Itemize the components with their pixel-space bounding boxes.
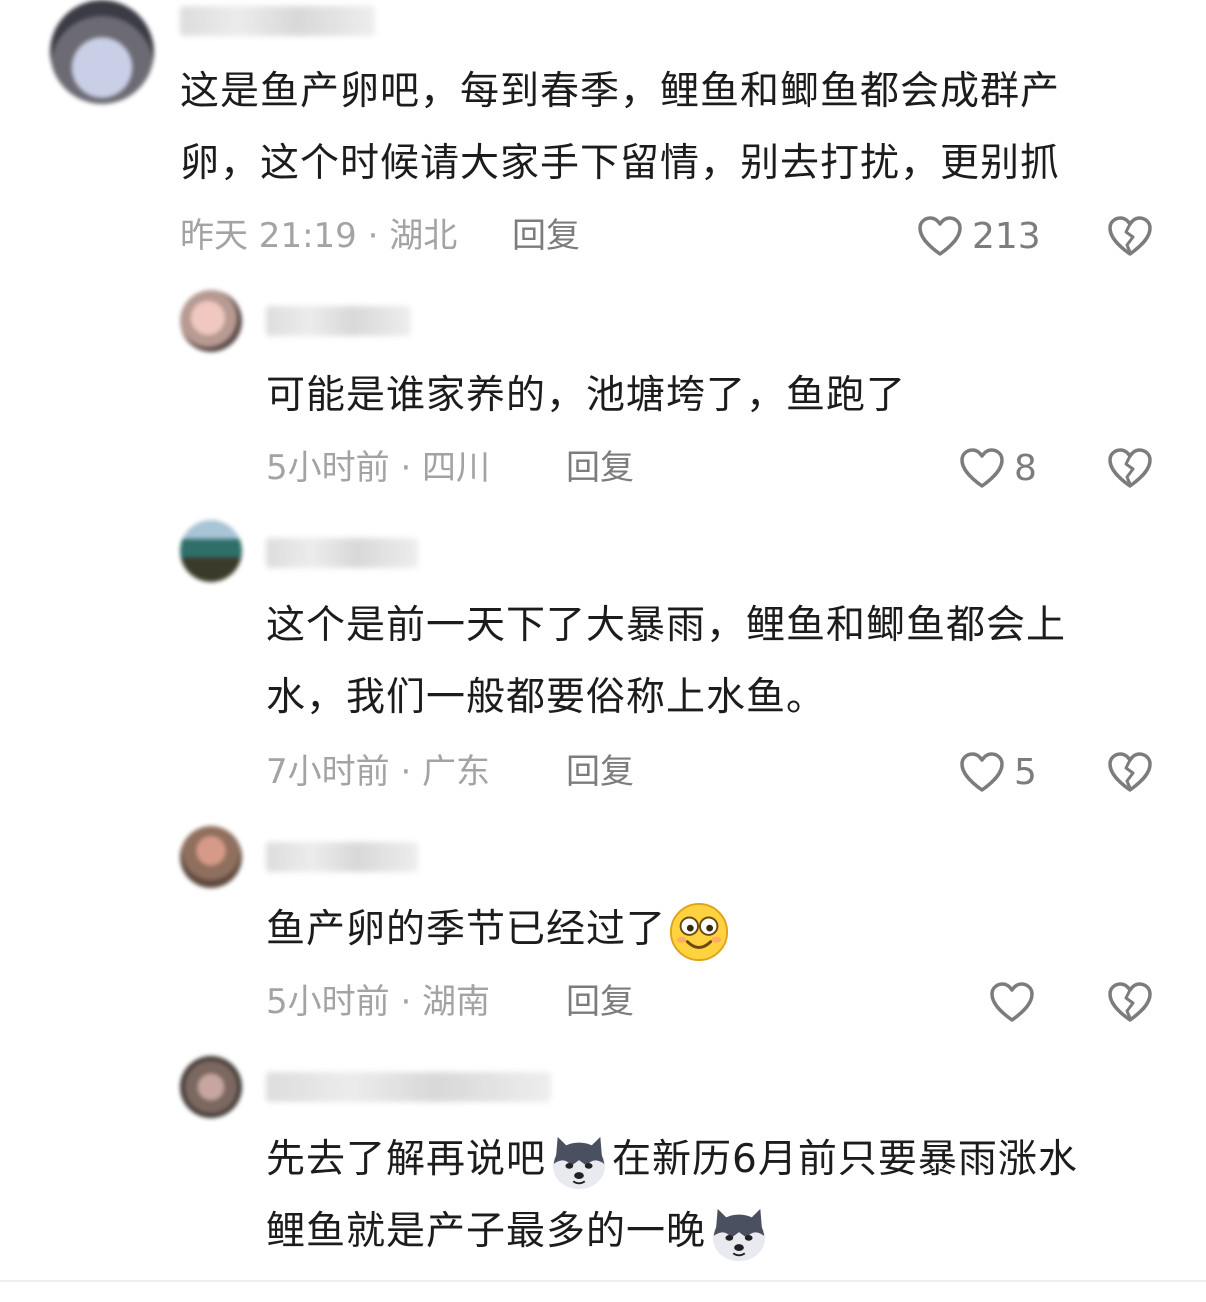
avatar[interactable] xyxy=(180,826,242,888)
heart-icon xyxy=(916,214,964,258)
avatar[interactable] xyxy=(50,0,154,104)
divider xyxy=(0,1280,1206,1282)
broken-heart-icon[interactable] xyxy=(1106,446,1154,490)
smiling-face-emoji-icon xyxy=(668,901,730,963)
comment-line: 鲤鱼就是产子最多的一晚 xyxy=(266,1196,1078,1268)
username[interactable] xyxy=(266,306,411,336)
reply-button[interactable]: 回复 xyxy=(512,216,580,256)
like-count: 8 xyxy=(1014,447,1037,489)
username[interactable] xyxy=(266,1072,551,1102)
reply-button[interactable]: 回复 xyxy=(566,982,634,1022)
heart-icon xyxy=(958,750,1006,794)
like-count: 213 xyxy=(972,215,1041,257)
broken-heart-icon[interactable] xyxy=(1106,214,1154,258)
comment-meta: 5小时前 · 四川 xyxy=(266,448,491,488)
comment-text: 这是鱼产卵吧，每到春季，鲤鱼和鲫鱼都会成群产 卵，这个时候请大家手下留情，别去打… xyxy=(180,56,1060,200)
comment-text: 先去了解再说吧 在新历6月前只要暴雨涨水 鲤鱼就是产子最多的一晚 xyxy=(266,1124,1078,1268)
heart-icon xyxy=(958,446,1006,490)
husky-dog-emoji-icon xyxy=(548,1131,610,1193)
comment-line: 这个是前一天下了大暴雨，鲤鱼和鲫鱼都会上 xyxy=(266,603,1067,648)
comment-meta: 昨天 21:19 · 湖北 xyxy=(180,216,458,256)
comment-text: 这个是前一天下了大暴雨，鲤鱼和鲫鱼都会上 水，我们一般都要俗称上水鱼。 xyxy=(266,590,1066,734)
comment-meta: 5小时前 · 湖南 xyxy=(266,982,491,1022)
reply-button[interactable]: 回复 xyxy=(566,752,634,792)
broken-heart-icon[interactable] xyxy=(1106,980,1154,1024)
reply-button[interactable]: 回复 xyxy=(566,448,634,488)
like-button[interactable] xyxy=(988,980,1044,1024)
like-button[interactable]: 213 xyxy=(916,214,1041,258)
comment-line: 卵，这个时候请大家手下留情，别去打扰，更别抓 xyxy=(180,141,1061,186)
comment-line: 鱼产卵的季节已经过了 xyxy=(266,907,667,952)
comment-line: 水，我们一般都要俗称上水鱼。 xyxy=(266,675,827,720)
username[interactable] xyxy=(266,842,418,872)
comment-line: 先去了解再说吧 在新历6月前只要暴雨涨水 xyxy=(266,1124,1078,1196)
avatar[interactable] xyxy=(180,1056,242,1118)
broken-heart-icon[interactable] xyxy=(1106,750,1154,794)
comment-text: 鱼产卵的季节已经过了 xyxy=(266,894,732,966)
comment-meta: 7小时前 · 广东 xyxy=(266,752,491,792)
avatar[interactable] xyxy=(180,520,242,582)
like-button[interactable]: 5 xyxy=(958,750,1037,794)
username[interactable] xyxy=(180,6,375,36)
like-count: 5 xyxy=(1014,751,1037,793)
like-button[interactable]: 8 xyxy=(958,446,1037,490)
husky-dog-emoji-icon xyxy=(708,1203,770,1265)
comment-text: 可能是谁家养的，池塘垮了，鱼跑了 xyxy=(266,373,907,418)
comment-line: 这是鱼产卵吧，每到春季，鲤鱼和鲫鱼都会成群产 xyxy=(180,69,1061,114)
avatar[interactable] xyxy=(180,290,242,352)
username[interactable] xyxy=(266,538,418,568)
heart-icon xyxy=(988,980,1036,1024)
